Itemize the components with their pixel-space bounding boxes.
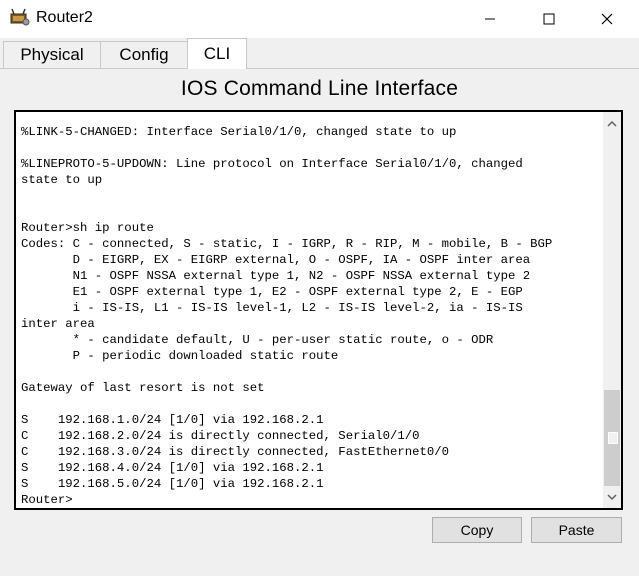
tab-config[interactable]: Config bbox=[100, 41, 188, 68]
tab-physical[interactable]: Physical bbox=[3, 41, 101, 68]
router-icon bbox=[9, 8, 31, 28]
vertical-scrollbar[interactable] bbox=[603, 112, 621, 508]
panel-title: IOS Command Line Interface bbox=[180, 77, 459, 100]
scroll-thumb[interactable] bbox=[604, 390, 620, 486]
title-bar: Router2 bbox=[0, 0, 639, 38]
copy-button[interactable]: Copy bbox=[432, 517, 522, 543]
close-icon bbox=[601, 13, 613, 25]
tab-bar: Physical Config CLI bbox=[0, 38, 639, 69]
cli-terminal[interactable]: %LINK-5-CHANGED: Interface Serial0/1/0, … bbox=[14, 110, 623, 510]
minimize-button[interactable] bbox=[467, 0, 513, 38]
terminal-output[interactable]: %LINK-5-CHANGED: Interface Serial0/1/0, … bbox=[21, 124, 601, 508]
scroll-thumb-grip bbox=[608, 432, 618, 444]
maximize-button[interactable] bbox=[526, 0, 572, 38]
chevron-up-icon bbox=[607, 114, 617, 132]
close-button[interactable] bbox=[584, 0, 630, 38]
scroll-up-button[interactable] bbox=[603, 114, 621, 132]
chevron-down-icon bbox=[607, 488, 617, 506]
paste-button[interactable]: Paste bbox=[531, 517, 622, 543]
tab-cli[interactable]: CLI bbox=[187, 38, 247, 69]
maximize-icon bbox=[543, 13, 555, 25]
window-title: Router2 bbox=[36, 9, 93, 26]
scroll-down-button[interactable] bbox=[603, 488, 621, 506]
minimize-icon bbox=[484, 13, 496, 25]
